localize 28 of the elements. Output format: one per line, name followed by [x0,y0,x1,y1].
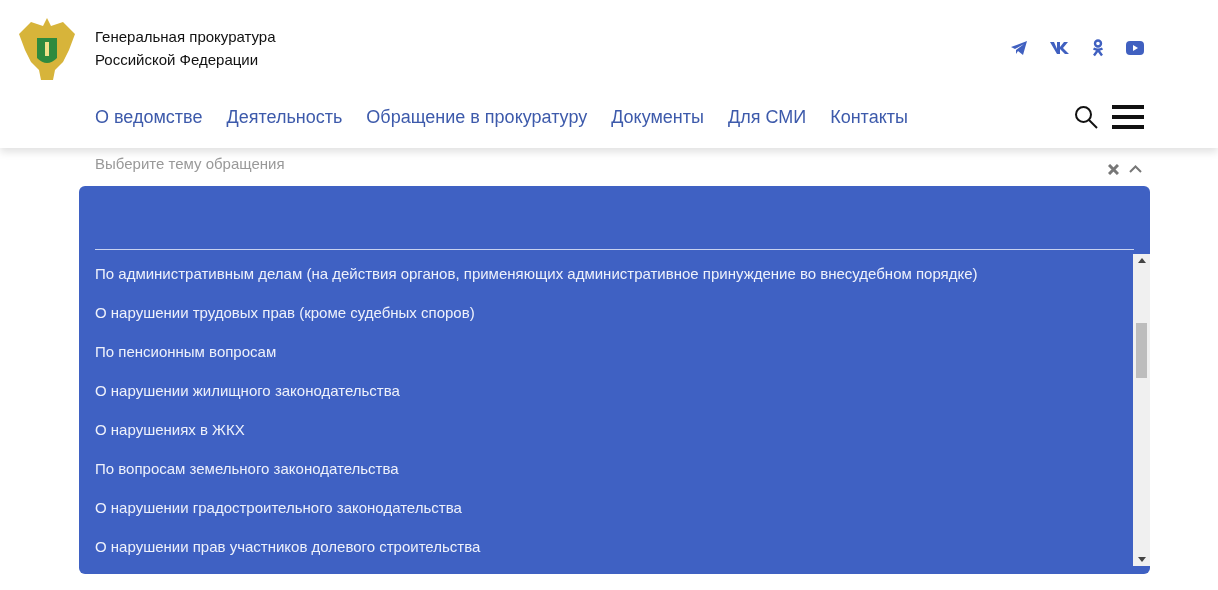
select-placeholder: Выберите тему обращения [95,154,286,172]
video-play-icon[interactable] [1126,41,1144,55]
nav-link[interactable]: О ведомстве [95,106,203,128]
topic-option[interactable]: О нарушении градостроительного законодательства [95,488,462,527]
topic-option[interactable]: По вопросам земельного законодательства [95,449,399,488]
scrollbar[interactable] [1133,254,1150,566]
nav-link[interactable]: Контакты [830,106,908,128]
topic-option[interactable]: О нарушении прав участников долевого строительства [95,527,481,566]
nav-link[interactable]: Обращение в прокуратуру [366,106,588,128]
menu-icon[interactable] [1112,105,1144,129]
search-icon[interactable] [1074,105,1098,129]
site-title: Российской Федерации [95,50,259,70]
topic-option[interactable]: По административным делам (на действия органов, применяющих административное принуждение во внесудебном порядке) [95,254,978,293]
nav-link[interactable]: Документы [611,106,704,128]
topic-option[interactable]: О нарушениях в ЖКХ [95,410,245,449]
scroll-up-icon[interactable] [1137,258,1146,263]
nav-link[interactable]: Деятельность [226,106,343,128]
scroll-thumb[interactable] [1136,322,1147,378]
topic-option[interactable]: О нарушении жилищного законодательства [95,371,400,410]
topic-option[interactable]: По пенсионным вопросам [95,332,277,371]
select-field[interactable]: Выберите тему обращения [79,148,1150,186]
topic-option[interactable]: О нарушении трудовых прав (кроме судебных споров) [95,293,475,332]
telegram-icon[interactable] [1010,40,1028,56]
clear-icon[interactable] [1108,163,1119,175]
nav-link[interactable]: Для СМИ [728,106,807,128]
scroll-down-icon[interactable] [1137,557,1146,562]
site-title: Генеральная прокуратура [95,27,276,47]
chevron-up-icon[interactable] [1129,165,1142,173]
